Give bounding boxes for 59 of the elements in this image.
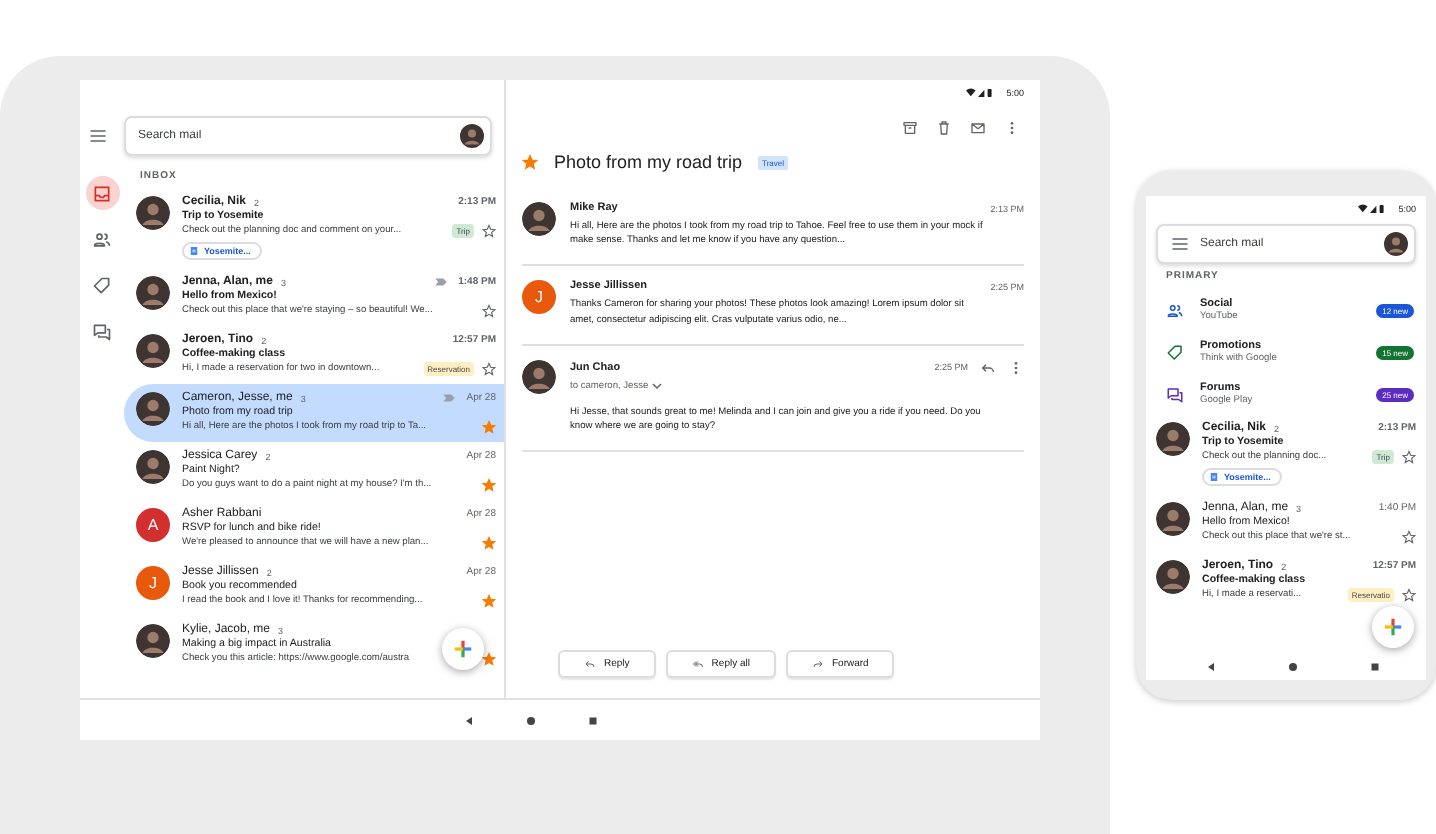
star-icon[interactable] [482,420,496,434]
avatar: A [136,508,170,542]
compose-button[interactable] [1372,606,1414,648]
avatar-silhouette-icon [1156,560,1190,594]
chat-icon[interactable] [92,321,112,341]
people-icon[interactable] [1166,301,1184,319]
caret-icon[interactable] [652,382,663,391]
delete-icon[interactable] [936,120,952,136]
inbox-icon[interactable] [92,183,112,203]
menu-icon[interactable] [1170,234,1190,254]
star-icon[interactable] [522,154,538,170]
label-icon[interactable] [1166,343,1184,361]
label-icon[interactable] [92,275,112,295]
plus-icon [1382,616,1404,638]
back-icon[interactable] [464,715,474,725]
document-icon [190,246,198,256]
star-icon[interactable] [482,362,496,376]
reply-all-icon[interactable] [691,658,704,670]
account-avatar-icon[interactable] [460,124,484,148]
account-avatar-icon[interactable] [1384,232,1408,256]
star-icon[interactable] [482,304,496,318]
home-icon[interactable] [1288,661,1298,671]
avatar-silhouette-icon [1156,422,1190,456]
mail-icon[interactable] [970,120,986,136]
avatar-silhouette-icon [136,392,170,426]
avatar-silhouette-icon [136,450,170,484]
document-icon [1210,472,1218,482]
star-icon[interactable] [1402,450,1416,464]
star-icon[interactable] [482,652,496,666]
star-icon[interactable] [1402,530,1416,544]
compose-button[interactable] [442,628,484,670]
home-icon[interactable] [526,715,536,725]
avatar-silhouette-icon [1156,502,1190,536]
avatar-silhouette-icon [522,202,556,236]
reply-icon[interactable] [980,359,996,376]
recents-icon[interactable] [1370,661,1380,671]
avatar-silhouette-icon [136,334,170,368]
star-icon[interactable] [1402,588,1416,602]
chat-icon[interactable] [1166,385,1184,403]
nav-rail-button[interactable] [85,176,119,210]
back-icon[interactable] [1206,661,1216,671]
avatar-silhouette-icon [136,276,170,310]
star-icon[interactable] [482,594,496,608]
plus-icon [452,638,474,660]
reply-icon[interactable] [584,658,596,670]
menu-icon[interactable] [88,126,108,146]
avatar-silhouette-icon [522,359,556,394]
avatar-silhouette-icon [136,624,170,658]
archive-icon[interactable] [902,120,918,136]
forward-icon[interactable] [811,658,824,670]
star-icon[interactable] [482,224,496,238]
star-icon[interactable] [482,478,496,492]
avatar: J [136,566,170,600]
avatar-silhouette-icon [136,196,170,230]
conversation-title: Photo from my road trip [554,152,743,172]
star-icon[interactable] [482,536,496,550]
avatar: J [522,280,556,315]
recents-icon[interactable] [588,715,598,725]
people-icon[interactable] [92,229,112,249]
